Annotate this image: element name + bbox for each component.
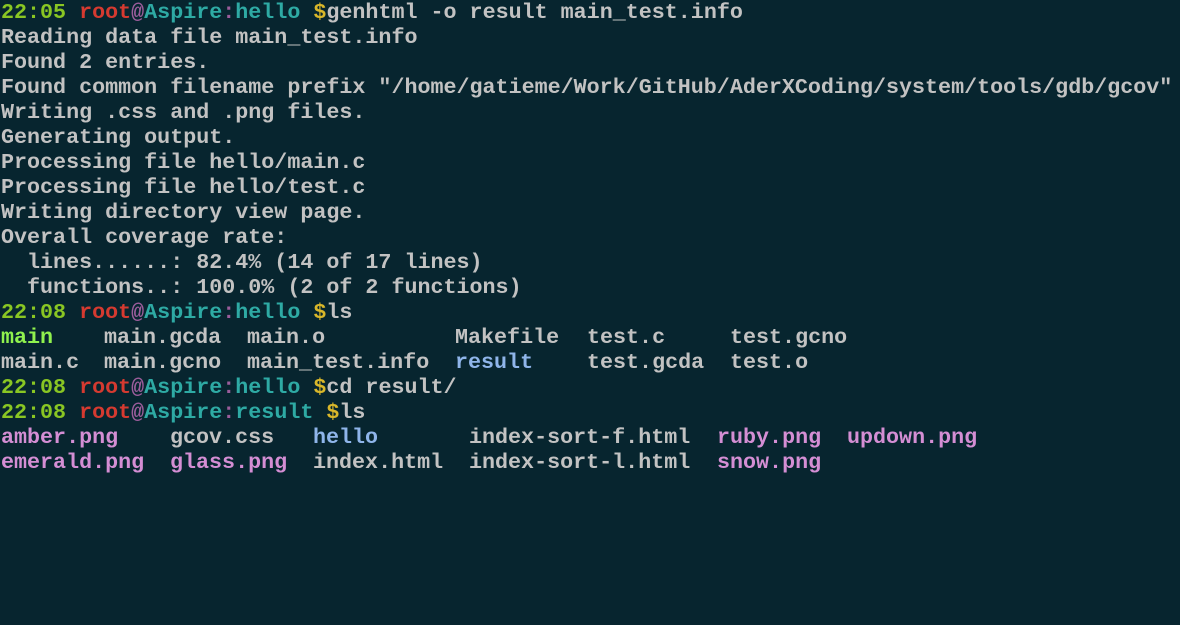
prompt-cwd: result — [235, 400, 327, 425]
file-entry: main.o — [247, 325, 326, 350]
coverage-lines: lines......: 82.4% (14 of 17 lines) — [1, 250, 483, 275]
prompt-at: @ — [131, 400, 145, 425]
prompt-user: root — [79, 300, 132, 325]
prompt-line: 22:08 root@Aspire:hello $ls — [1, 300, 352, 325]
output-line: Overall coverage rate: — [1, 225, 288, 250]
file-entry: main.c — [1, 350, 80, 375]
prompt-user: root — [79, 375, 132, 400]
ls-row: emerald.png glass.png index.html index-s… — [1, 450, 821, 475]
file-entry: gcov.css — [170, 425, 275, 450]
prompt-user: root — [79, 0, 132, 25]
command-text: genhtml -o result main_test.info — [326, 0, 743, 25]
file-entry: test.c — [587, 325, 666, 350]
prompt-cwd: hello — [235, 375, 314, 400]
prompt-line: 22:08 root@Aspire:result $ls — [1, 400, 365, 425]
command-text: ls — [339, 400, 366, 425]
prompt-separator: : — [222, 300, 236, 325]
output-line: Writing directory view page. — [1, 200, 366, 225]
image-file-entry: emerald.png — [1, 450, 145, 475]
output-line: Found common filename prefix "/home/gati… — [1, 75, 1173, 100]
prompt-separator: : — [222, 375, 236, 400]
prompt-dollar: $ — [326, 400, 340, 425]
file-entry: index-sort-l.html — [469, 450, 691, 475]
output-line: Processing file hello/main.c — [1, 150, 366, 175]
prompt-time: 22:08 — [1, 375, 80, 400]
prompt-at: @ — [131, 375, 145, 400]
file-entry: main — [1, 325, 54, 350]
output-line: Generating output. — [1, 125, 236, 150]
prompt-dollar: $ — [313, 0, 327, 25]
prompt-line: 22:08 root@Aspire:hello $cd result/ — [1, 375, 457, 400]
file-entry: main_test.info — [247, 350, 430, 375]
prompt-separator: : — [222, 400, 236, 425]
file-entry: main.gcda — [104, 325, 222, 350]
ls-row: amber.png gcov.css hello index-sort-f.ht… — [1, 425, 977, 450]
image-file-entry: amber.png — [1, 425, 119, 450]
file-entry: test.gcno — [730, 325, 848, 350]
output-line: Reading data file main_test.info — [1, 25, 418, 50]
prompt-host: Aspire — [144, 375, 223, 400]
prompt-time: 22:08 — [1, 400, 80, 425]
file-entry: test.o — [730, 350, 809, 375]
prompt-user: root — [79, 400, 132, 425]
command-text: ls — [326, 300, 353, 325]
prompt-dollar: $ — [313, 300, 327, 325]
prompt-host: Aspire — [144, 300, 223, 325]
prompt-cwd: hello — [235, 0, 314, 25]
ls-row: main main.gcda main.o Makefile test.c te… — [1, 325, 847, 350]
prompt-at: @ — [131, 0, 145, 25]
image-file-entry: glass.png — [170, 450, 288, 475]
prompt-time: 22:05 — [1, 0, 80, 25]
file-entry: index-sort-f.html — [469, 425, 691, 450]
prompt-cwd: hello — [235, 300, 314, 325]
image-file-entry: snow.png — [717, 450, 822, 475]
output-line: Writing .css and .png files. — [1, 100, 366, 125]
output-line: Found 2 entries. — [1, 50, 210, 75]
prompt-at: @ — [131, 300, 145, 325]
prompt-separator: : — [222, 0, 236, 25]
file-entry: index.html — [313, 450, 444, 475]
image-file-entry: ruby.png — [717, 425, 822, 450]
directory-entry: result — [455, 350, 534, 375]
prompt-dollar: $ — [313, 375, 327, 400]
file-entry: Makefile — [455, 325, 560, 350]
file-entry: test.gcda — [587, 350, 705, 375]
output-line: Processing file hello/test.c — [1, 175, 366, 200]
ls-row: main.c main.gcno main_test.info result t… — [1, 350, 808, 375]
prompt-line: 22:05 root@Aspire:hello $genhtml -o resu… — [1, 0, 743, 25]
image-file-entry: updown.png — [847, 425, 978, 450]
prompt-host: Aspire — [144, 0, 223, 25]
prompt-time: 22:08 — [1, 300, 80, 325]
prompt-host: Aspire — [144, 400, 223, 425]
file-entry: main.gcno — [104, 350, 222, 375]
directory-entry: hello — [313, 425, 379, 450]
coverage-functions: functions..: 100.0% (2 of 2 functions) — [1, 275, 522, 300]
terminal-window[interactable]: 22:05 root@Aspire:hello $genhtml -o resu… — [0, 0, 1180, 480]
command-text: cd result/ — [326, 375, 457, 400]
